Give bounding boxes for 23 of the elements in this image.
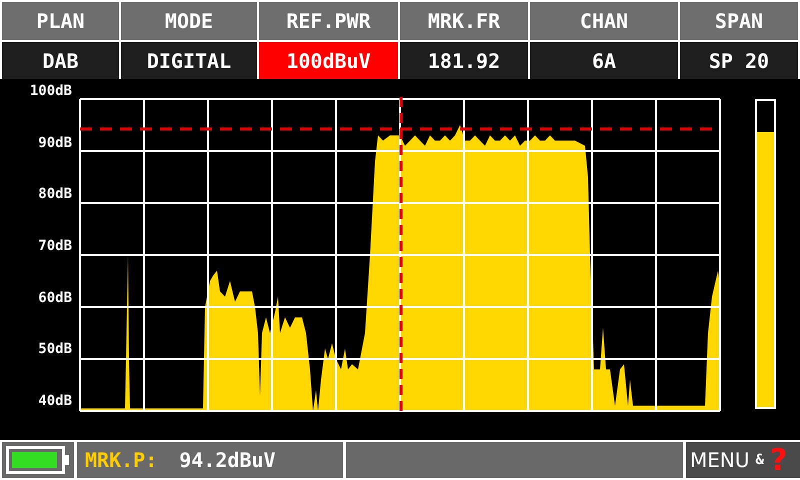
column-value[interactable]: 100dBuV [259, 42, 398, 79]
axis-label: 80dB [38, 185, 72, 204]
axis-label: 90dB [38, 134, 72, 152]
column-value[interactable]: 6A [530, 42, 678, 79]
column-label: MRK.FR [400, 2, 528, 40]
axis-label: 60dB [38, 288, 72, 307]
marker-label: MRK.P: [85, 448, 158, 472]
column-label: SPAN [680, 2, 798, 40]
axis-label: 40dB [38, 392, 72, 410]
column-value[interactable]: 181.92 [400, 42, 528, 79]
axis-label: 50dB [38, 340, 72, 358]
axis-label: 70dB [38, 236, 72, 255]
column-label: CHAN [530, 2, 678, 40]
column-value[interactable]: DIGITAL [121, 42, 257, 79]
column-label: PLAN [2, 2, 119, 40]
column-label: REF.PWR [259, 2, 398, 40]
menu-button[interactable]: MENU & ? [686, 442, 800, 478]
column-value[interactable]: SP 20 [680, 42, 798, 79]
column-label: MODE [121, 2, 257, 40]
marker-value: 94.2dBuV [179, 448, 276, 472]
axis-label: 100dB [30, 82, 72, 100]
marker-line[interactable] [400, 97, 402, 413]
column-value[interactable]: DAB [2, 42, 119, 79]
